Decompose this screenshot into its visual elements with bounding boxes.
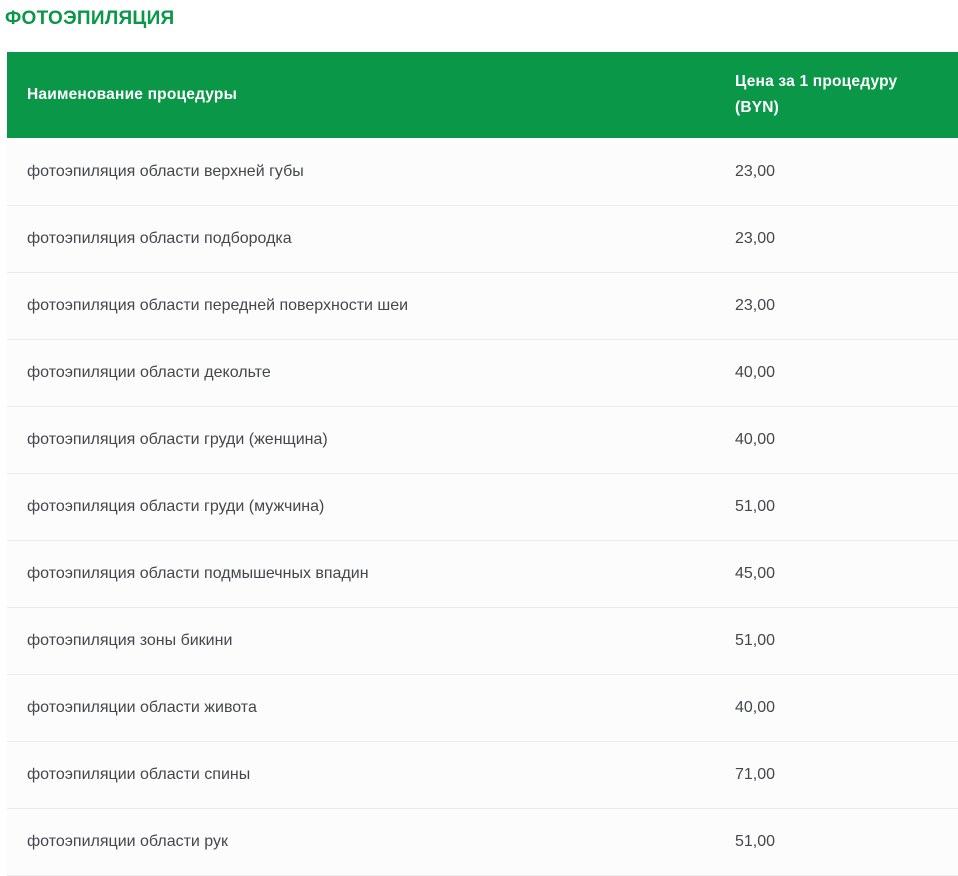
- table-row: фотоэпиляция области груди (женщина) 40,…: [7, 407, 958, 474]
- procedure-name: фотоэпиляция области подмышечных впадин: [7, 565, 735, 583]
- procedure-name: фотоэпиляция области груди (мужчина): [7, 498, 735, 516]
- table-row: фотоэпиляция зоны бикини 51,00: [7, 608, 958, 675]
- table-header: Наименование процедуры Цена за 1 процеду…: [7, 52, 958, 138]
- procedure-price: 51,00: [735, 632, 958, 650]
- procedure-name: фотоэпиляция области верхней губы: [7, 163, 735, 181]
- procedure-price: 51,00: [735, 498, 958, 516]
- table-row: фотоэпиляции области спины 71,00: [7, 742, 958, 809]
- table-row: фотоэпиляция области подбородка 23,00: [7, 206, 958, 273]
- column-header-price: Цена за 1 процедуру (BYN): [735, 69, 910, 121]
- table-body: фотоэпиляция области верхней губы 23,00 …: [7, 139, 958, 876]
- procedure-price: 23,00: [735, 230, 958, 248]
- procedure-price: 23,00: [735, 163, 958, 181]
- table-row: фотоэпиляция области груди (мужчина) 51,…: [7, 474, 958, 541]
- table-row: фотоэпиляция области верхней губы 23,00: [7, 139, 958, 206]
- table-row: фотоэпиляция области подмышечных впадин …: [7, 541, 958, 608]
- table-row: фотоэпиляция области передней поверхност…: [7, 273, 958, 340]
- procedure-name: фотоэпиляции области декольте: [7, 364, 735, 382]
- procedure-name: фотоэпиляция области передней поверхност…: [7, 297, 735, 315]
- procedure-name: фотоэпиляции области рук: [7, 833, 735, 851]
- procedure-price: 40,00: [735, 699, 958, 717]
- procedure-price: 51,00: [735, 833, 958, 851]
- procedure-price: 71,00: [735, 766, 958, 784]
- table-row: фотоэпиляции области живота 40,00: [7, 675, 958, 742]
- page-title: ФОТОЭПИЛЯЦИЯ: [5, 8, 958, 30]
- procedure-name: фотоэпиляции области живота: [7, 699, 735, 717]
- table-row: фотоэпиляции области декольте 40,00: [7, 340, 958, 407]
- procedure-price: 45,00: [735, 565, 958, 583]
- procedure-name: фотоэпиляция области подбородка: [7, 230, 735, 248]
- procedure-price: 23,00: [735, 297, 958, 315]
- procedure-name: фотоэпиляции области спины: [7, 766, 735, 784]
- procedure-name: фотоэпиляция области груди (женщина): [7, 431, 735, 449]
- procedure-price: 40,00: [735, 364, 958, 382]
- price-table: Наименование процедуры Цена за 1 процеду…: [7, 52, 958, 876]
- procedure-name: фотоэпиляция зоны бикини: [7, 632, 735, 650]
- table-row: фотоэпиляции области рук 51,00: [7, 809, 958, 876]
- procedure-price: 40,00: [735, 431, 958, 449]
- column-header-procedure: Наименование процедуры: [7, 86, 735, 104]
